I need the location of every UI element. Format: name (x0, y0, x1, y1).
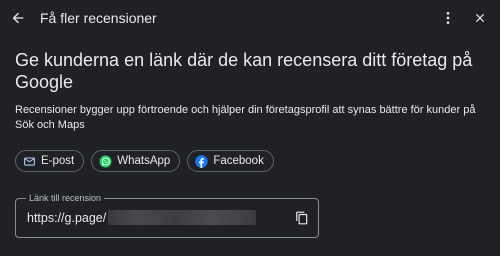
close-button[interactable] (468, 6, 492, 30)
top-bar: Få fler recensioner (0, 0, 500, 38)
share-whatsapp-label: WhatsApp (117, 155, 171, 167)
arrow-back-icon (12, 12, 24, 24)
more-vert-icon (446, 12, 450, 24)
share-whatsapp-button[interactable]: WhatsApp (91, 150, 181, 172)
close-icon (475, 13, 485, 23)
headline: Ge kunderna en länk där de kan recensera… (15, 50, 473, 92)
back-button[interactable] (5, 5, 31, 31)
review-link-label: Länk till recension (26, 192, 105, 204)
facebook-icon (195, 154, 209, 168)
copy-icon (296, 211, 308, 225)
share-options: E-post WhatsApp Facebook (15, 150, 274, 172)
whatsapp-icon (99, 155, 112, 168)
share-email-button[interactable]: E-post (15, 150, 85, 172)
share-facebook-button[interactable]: Facebook (187, 150, 274, 172)
review-link-field[interactable]: Länk till recension https://g.page/ (15, 192, 319, 238)
more-options-button[interactable] (436, 6, 460, 30)
review-link-url: https://g.page/ (27, 210, 107, 225)
description: Recensioner bygger upp förtroende och hj… (15, 104, 476, 131)
redacted-link-path (108, 210, 257, 225)
mail-icon (23, 155, 36, 168)
copy-link-button[interactable] (294, 210, 310, 226)
page-title: Få fler recensioner (40, 10, 157, 26)
share-facebook-label: Facebook (213, 155, 264, 167)
review-link-value[interactable]: https://g.page/ (27, 210, 257, 225)
share-email-label: E-post (41, 155, 75, 167)
